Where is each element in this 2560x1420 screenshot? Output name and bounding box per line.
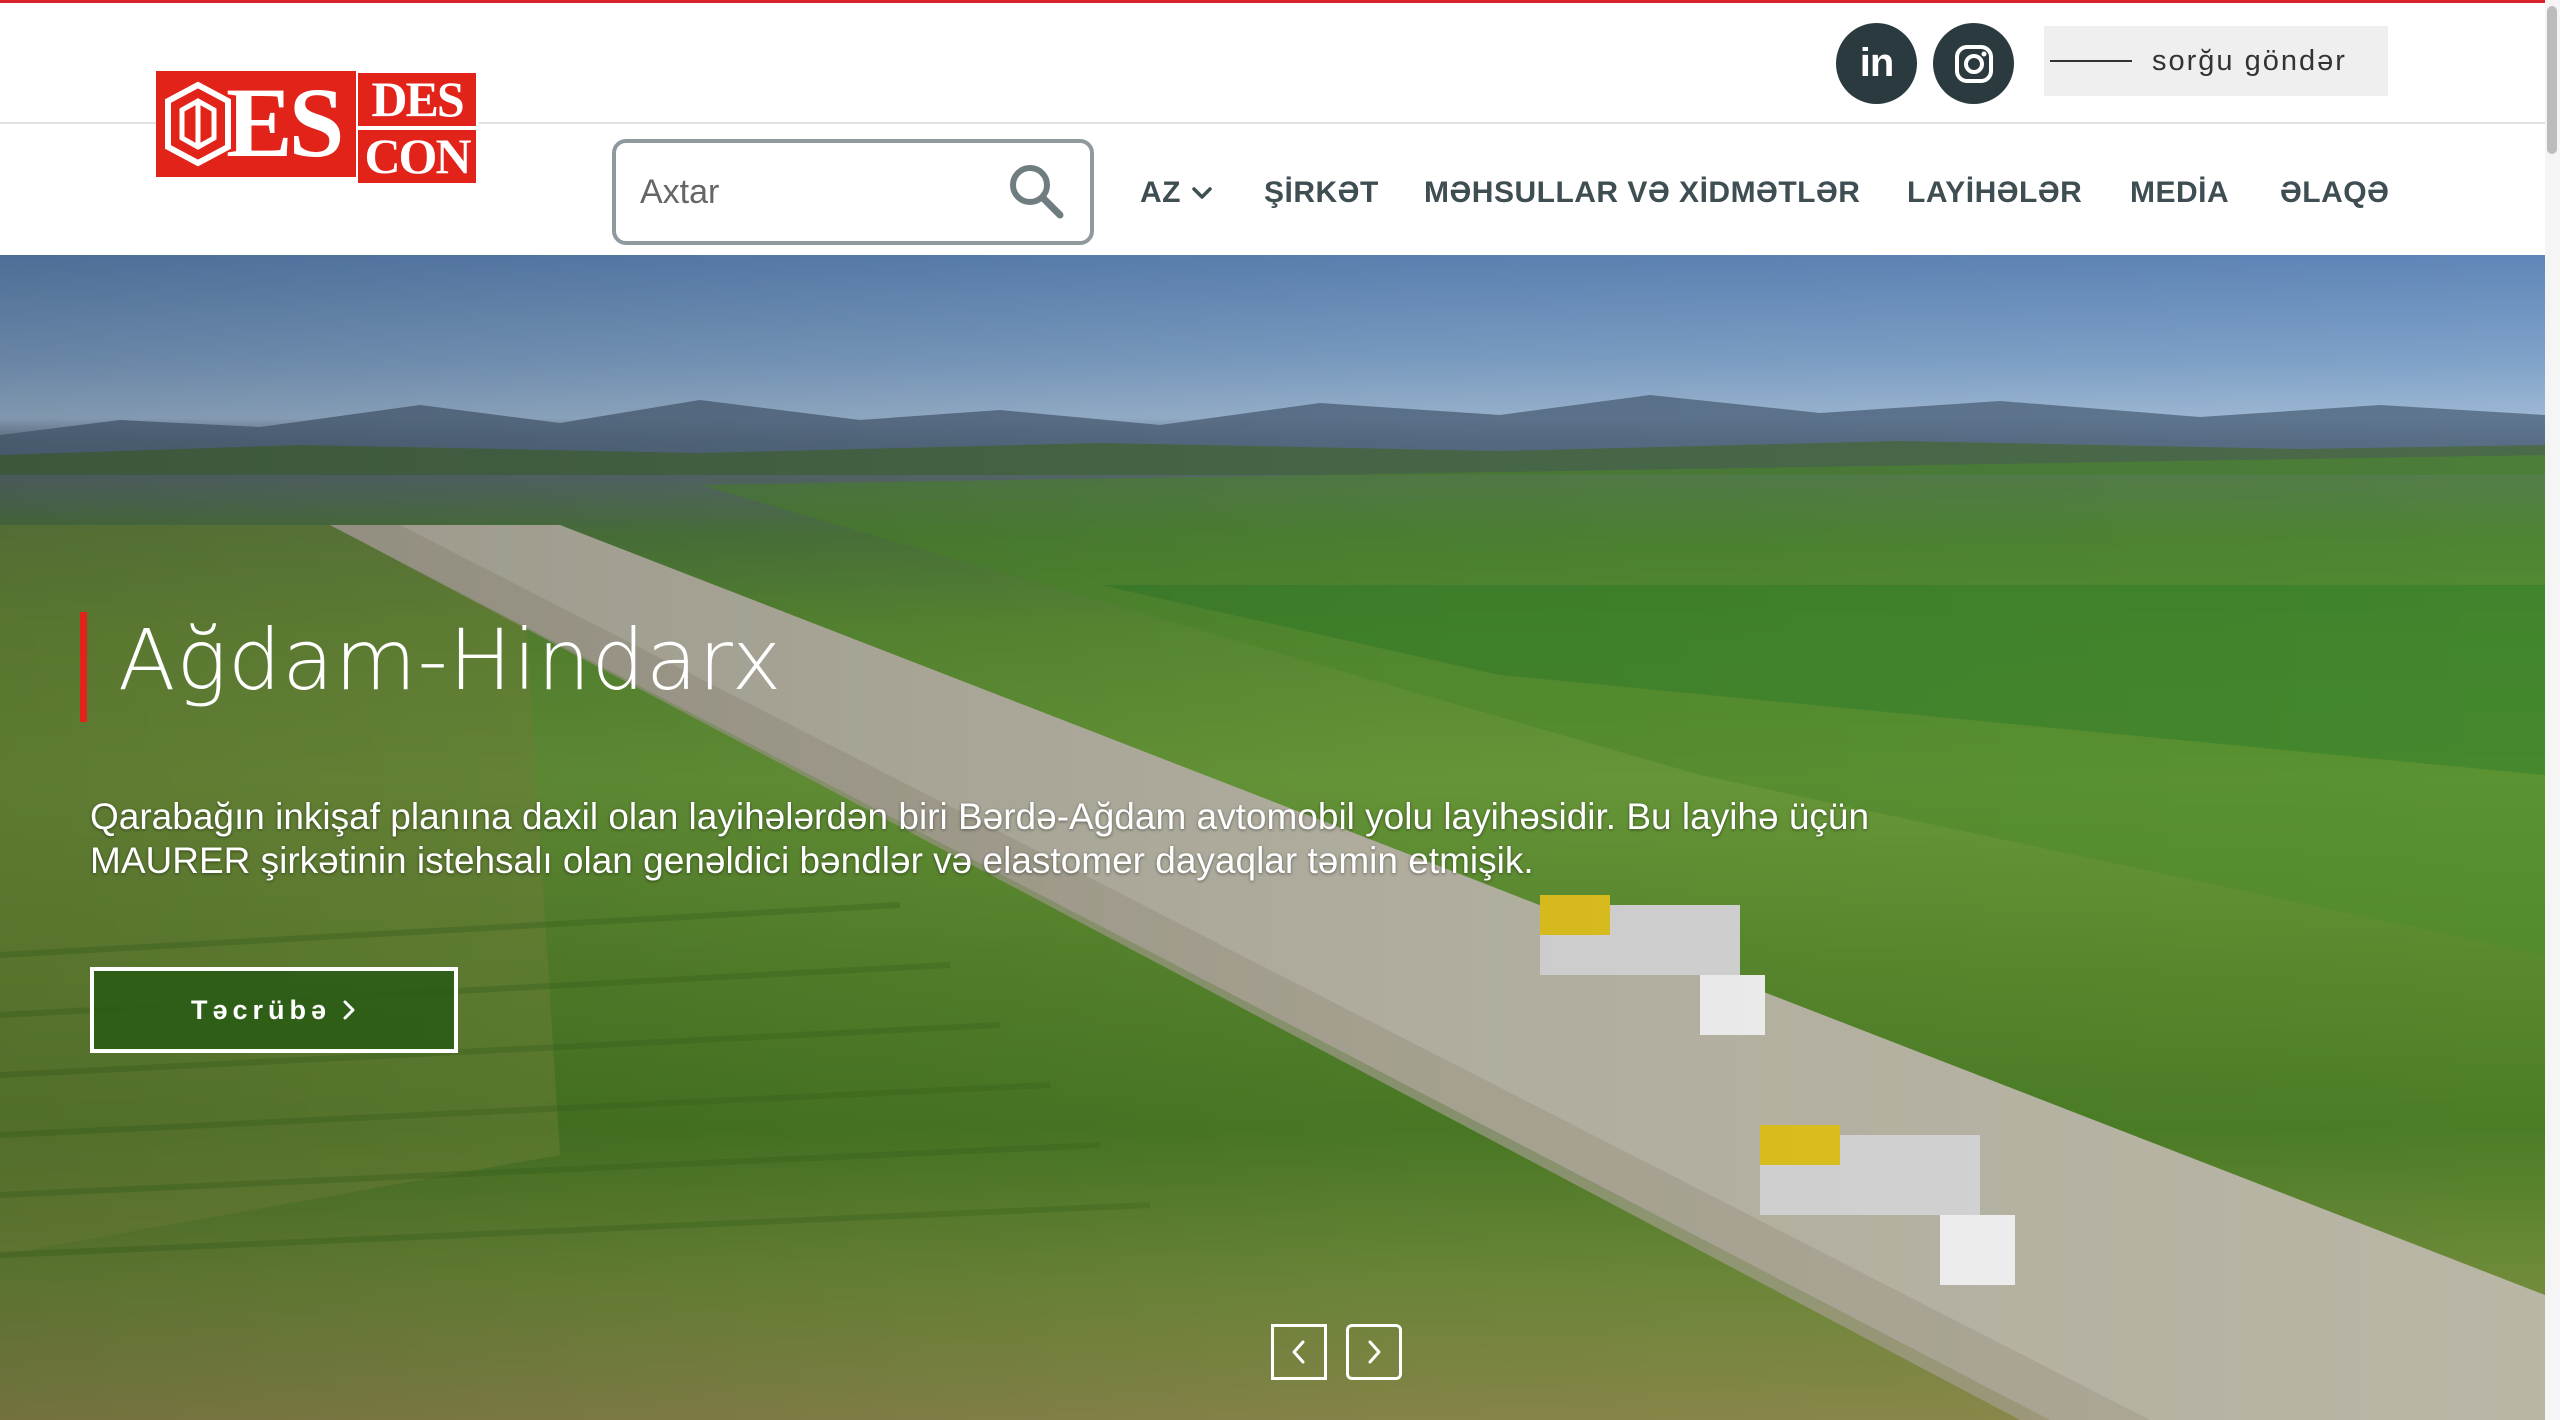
logo-descon: DES CON [356, 71, 478, 185]
instagram-button[interactable] [1933, 23, 2014, 104]
search-icon[interactable] [1006, 161, 1066, 221]
experience-button[interactable]: Təcrübə [90, 967, 458, 1053]
linkedin-button[interactable]: in [1836, 23, 1917, 104]
chevron-right-icon [1368, 1340, 1381, 1364]
inquiry-label: sorğu göndər [2152, 44, 2347, 77]
logo-emblem-icon [165, 81, 231, 167]
search-box [612, 139, 1094, 245]
hero-title: Ağdam-Hindarx [118, 611, 783, 709]
chevron-left-icon [1292, 1340, 1305, 1364]
logo-des-text: DES [356, 71, 478, 128]
nav-item-products-services[interactable]: MƏHSULLAR VƏ XİDMƏTLƏR [1424, 171, 1860, 215]
linkedin-icon: in [1859, 41, 1895, 85]
inquiry-line-decoration [2050, 60, 2132, 62]
site-header: ES DES CON in sorğu göndər AZ ŞİRKƏT M [0, 3, 2545, 255]
search-input[interactable] [640, 172, 1000, 212]
hero-description: Qarabağın inkişaf planına daxil olan lay… [90, 796, 1870, 881]
logo-con-text: CON [356, 128, 478, 185]
company-logo[interactable]: ES DES CON [156, 71, 478, 185]
chevron-right-icon [343, 1000, 355, 1020]
page-scrollbar[interactable] [2545, 0, 2560, 1420]
send-inquiry-button[interactable]: sorğu göndər [2044, 26, 2388, 96]
nav-item-projects[interactable]: LAYİHƏLƏR [1907, 171, 2082, 215]
nav-item-company[interactable]: ŞİRKƏT [1264, 171, 1379, 215]
slider-next-button[interactable] [1346, 1324, 1402, 1380]
logo-es-text: ES [226, 67, 344, 178]
instagram-icon [1954, 44, 1993, 83]
slider-prev-button[interactable] [1271, 1324, 1327, 1380]
nav-item-media[interactable]: MEDİA [2130, 171, 2229, 215]
language-selector[interactable]: AZ [1140, 171, 1213, 215]
scrollbar-thumb[interactable] [2547, 6, 2557, 154]
hero-slider: Ağdam-Hindarx Qarabağın inkişaf planına … [0, 255, 2545, 1420]
nav-item-contact[interactable]: ƏLAQƏ [2280, 171, 2389, 215]
experience-button-label: Təcrübə [190, 994, 332, 1025]
chevron-down-icon [1192, 187, 1212, 199]
logo-es-block: ES [156, 71, 356, 177]
hero-title-accent [80, 612, 87, 722]
language-label: AZ [1140, 176, 1181, 209]
